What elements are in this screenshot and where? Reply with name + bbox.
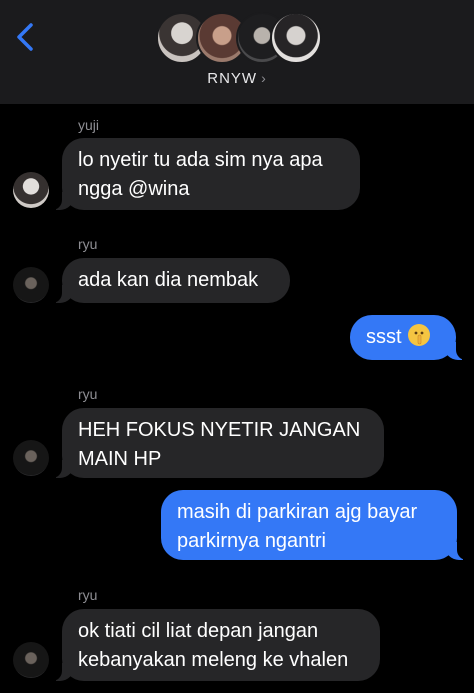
group-name[interactable]: RNYW › bbox=[0, 70, 474, 87]
avatar[interactable] bbox=[13, 440, 49, 476]
sender-name: ryu bbox=[78, 587, 98, 603]
sender-name: ryu bbox=[78, 236, 98, 252]
message-bubble-incoming[interactable]: ada kan dia nembak bbox=[52, 258, 290, 303]
shushing-face-icon bbox=[407, 324, 430, 346]
message-bubble-incoming[interactable]: lo nyetir tu ada sim nya apa ngga @wina bbox=[52, 138, 360, 210]
message-bubble-outgoing[interactable]: ssst bbox=[350, 315, 466, 360]
conversation-header: RNYW › bbox=[0, 0, 474, 104]
message-text: HEH FOKUS NYETIR JANGAN MAIN HP bbox=[78, 419, 361, 470]
message-text: ada kan dia nembak bbox=[78, 269, 259, 291]
message-text: lo nyetir tu ada sim nya apa ngga @wina bbox=[78, 149, 323, 200]
avatar[interactable] bbox=[13, 642, 49, 678]
message-bubble-incoming[interactable]: HEH FOKUS NYETIR JANGAN MAIN HP bbox=[52, 408, 384, 478]
message-bubble-incoming[interactable]: ok tiati cil liat depan jangan kebanyakan… bbox=[52, 609, 380, 681]
group-name-label: RNYW bbox=[207, 70, 258, 87]
chevron-left-icon bbox=[17, 23, 33, 51]
avatar[interactable] bbox=[13, 172, 49, 208]
message-text: ok tiati cil liat depan jangan kebanyakan… bbox=[78, 620, 349, 671]
sender-name: ryu bbox=[78, 386, 98, 402]
group-member-avatar bbox=[270, 12, 322, 64]
chevron-right-icon: › bbox=[261, 70, 267, 86]
message-text: ssst bbox=[366, 324, 430, 348]
sender-name: yuji bbox=[78, 117, 100, 133]
message-bubble-outgoing[interactable]: masih di parkiran ajg bayar parkirnya nga… bbox=[161, 490, 467, 560]
avatar[interactable] bbox=[13, 267, 49, 303]
back-button[interactable] bbox=[10, 20, 40, 54]
message-text: masih di parkiran ajg bayar parkirnya nga… bbox=[177, 501, 418, 552]
group-avatars[interactable] bbox=[156, 12, 322, 66]
